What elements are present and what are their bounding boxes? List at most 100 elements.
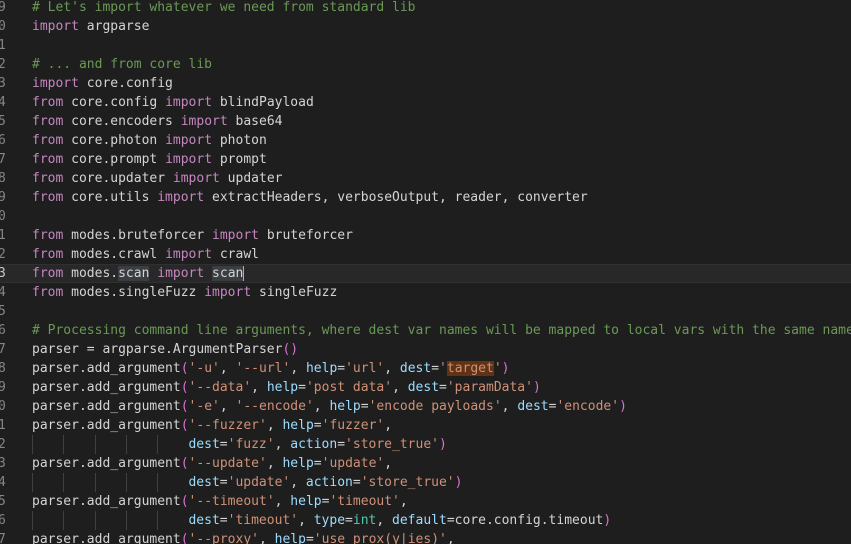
code-line[interactable]: 8 parser.add_argument('-u', '--url', help… (0, 359, 851, 378)
code-line[interactable]: 8 from core.updater import updater (0, 169, 851, 188)
current-code-line[interactable]: 3 from modes.scan import scan (0, 264, 851, 283)
code-token: core.prompt (63, 152, 166, 167)
code-line[interactable]: 1 parser.add_argument('--fuzzer', help='f… (0, 416, 851, 435)
code-line[interactable]: 2 dest='fuzz', action='store_true') (0, 435, 851, 454)
code-token: = (305, 532, 314, 544)
code-line[interactable]: 4 from modes.singleFuzz import singleFuzz (0, 283, 851, 302)
code-token: core.photon (63, 133, 166, 148)
code-token: import (32, 19, 79, 34)
code-editor[interactable]: 9 # Let's import whatever we need from st… (0, 0, 851, 544)
code-line[interactable]: 7 parser.add_argument('--proxy', help='us… (0, 530, 851, 544)
line-number: 9 (0, 190, 6, 205)
code-token: import (212, 228, 259, 243)
code-token: import (172, 171, 220, 186)
code-line[interactable]: 0 import argparse (0, 17, 851, 36)
code-token: import (157, 266, 205, 281)
code-token: = (352, 475, 361, 490)
code-text: parser.add_argument('--proxy', help='use… (32, 530, 455, 544)
code-token: '--url' (235, 361, 291, 376)
code-token: '--proxy' (188, 532, 259, 544)
code-token: 'post data' (305, 380, 393, 395)
line-number: 2 (0, 57, 6, 72)
code-token: core.updater (63, 171, 173, 186)
code-token: from (32, 190, 64, 205)
code-line[interactable]: 6 # Processing command line arguments, wh… (0, 321, 851, 340)
code-line[interactable]: 3 parser.add_argument('--update', help='u… (0, 454, 851, 473)
code-token: ( (180, 418, 189, 433)
code-line[interactable]: 2 # ... and from core lib (0, 55, 851, 74)
code-token: bruteforcer (259, 228, 353, 243)
code-text: from modes.scan import scan (32, 265, 245, 282)
code-token: ( (180, 456, 189, 471)
code-text: parser.add_argument('--timeout', help='t… (32, 492, 408, 511)
code-line[interactable]: 5 from core.encoders import base64 (0, 112, 851, 131)
code-token: dest (188, 513, 220, 528)
code-line[interactable]: 9 parser.add_argument('--data', help='pos… (0, 378, 851, 397)
code-token: , (274, 494, 291, 509)
code-line[interactable]: 2 from modes.crawl import crawl (0, 245, 851, 264)
code-line[interactable]: 6 from core.photon import photon (0, 131, 851, 150)
code-line[interactable]: 1 (0, 36, 851, 55)
code-text: from modes.crawl import crawl (32, 245, 259, 264)
indent-guide (157, 511, 165, 530)
code-text: from core.encoders import base64 (32, 112, 282, 131)
code-line[interactable]: 7 from core.prompt import prompt (0, 150, 851, 169)
code-token: from (32, 133, 64, 148)
code-token: # Let's import whatever we need from sta… (32, 0, 416, 15)
code-token: parser.add_argument (32, 361, 181, 376)
code-token: core.config (78, 76, 173, 91)
code-token: '--data' (188, 380, 252, 395)
code-token: base64 (227, 114, 283, 129)
code-token: 'fuzzer' (321, 418, 385, 433)
code-line[interactable]: 7 parser = argparse.ArgumentParser() (0, 340, 851, 359)
code-token: import (204, 285, 252, 300)
code-token: ) (603, 513, 612, 528)
code-line[interactable]: 3 import core.config (0, 74, 851, 93)
code-text: from core.prompt import prompt (32, 150, 267, 169)
code-token: 'update' (321, 456, 385, 471)
code-line[interactable]: 6 dest='timeout', type=int, default=core… (0, 511, 851, 530)
code-token: help (274, 532, 306, 544)
code-line[interactable]: 1 from modes.bruteforcer import bruteforc… (0, 226, 851, 245)
code-line[interactable]: 9 from core.utils import extractHeaders, … (0, 188, 851, 207)
code-token: = (337, 361, 346, 376)
code-token: core.utils (63, 190, 158, 205)
code-token: # ... and from core lib (32, 57, 213, 72)
code-token: , (219, 399, 236, 414)
highlighted-token: scan (212, 266, 244, 281)
code-text: from core.updater import updater (32, 169, 282, 188)
line-number: 6 (0, 133, 6, 148)
code-text: from core.config import blindPayload (32, 93, 314, 112)
code-token: = (298, 380, 306, 395)
code-line[interactable]: 9 # Let's import whatever we need from st… (0, 0, 851, 17)
line-number: 0 (0, 399, 6, 414)
code-token: , (251, 380, 267, 395)
code-token: , (219, 361, 236, 376)
code-token: , (266, 456, 283, 471)
code-token: modes. (63, 266, 119, 281)
code-line[interactable]: 4 from core.config import blindPayload (0, 93, 851, 112)
text-cursor (243, 266, 245, 281)
line-number: 1 (0, 228, 6, 243)
code-token: = (337, 437, 346, 452)
code-line[interactable]: 0 (0, 207, 851, 226)
code-token: '-u' (188, 361, 220, 376)
line-number: 2 (0, 247, 6, 262)
code-line[interactable]: 4 dest='update', action='store_true') (0, 473, 851, 492)
highlighted-token: scan (118, 266, 150, 281)
line-number: 7 (0, 152, 6, 167)
code-token: dest (399, 361, 432, 376)
code-token: from (32, 152, 64, 167)
code-token: , (259, 532, 275, 544)
indent-guide (63, 473, 71, 492)
code-token: = (219, 475, 228, 490)
code-line[interactable]: 0 parser.add_argument('-e', '--encode', h… (0, 397, 851, 416)
code-text: from core.utils import extractHeaders, v… (32, 188, 588, 207)
code-token: int (352, 513, 377, 528)
code-token: modes.singleFuzz (63, 285, 205, 300)
code-token: '--timeout' (188, 494, 275, 509)
code-line[interactable]: 5 parser.add_argument('--timeout', help='… (0, 492, 851, 511)
code-token: 'encode payloads' (368, 399, 502, 414)
code-line[interactable]: 5 (0, 302, 851, 321)
code-token: ( (180, 361, 189, 376)
